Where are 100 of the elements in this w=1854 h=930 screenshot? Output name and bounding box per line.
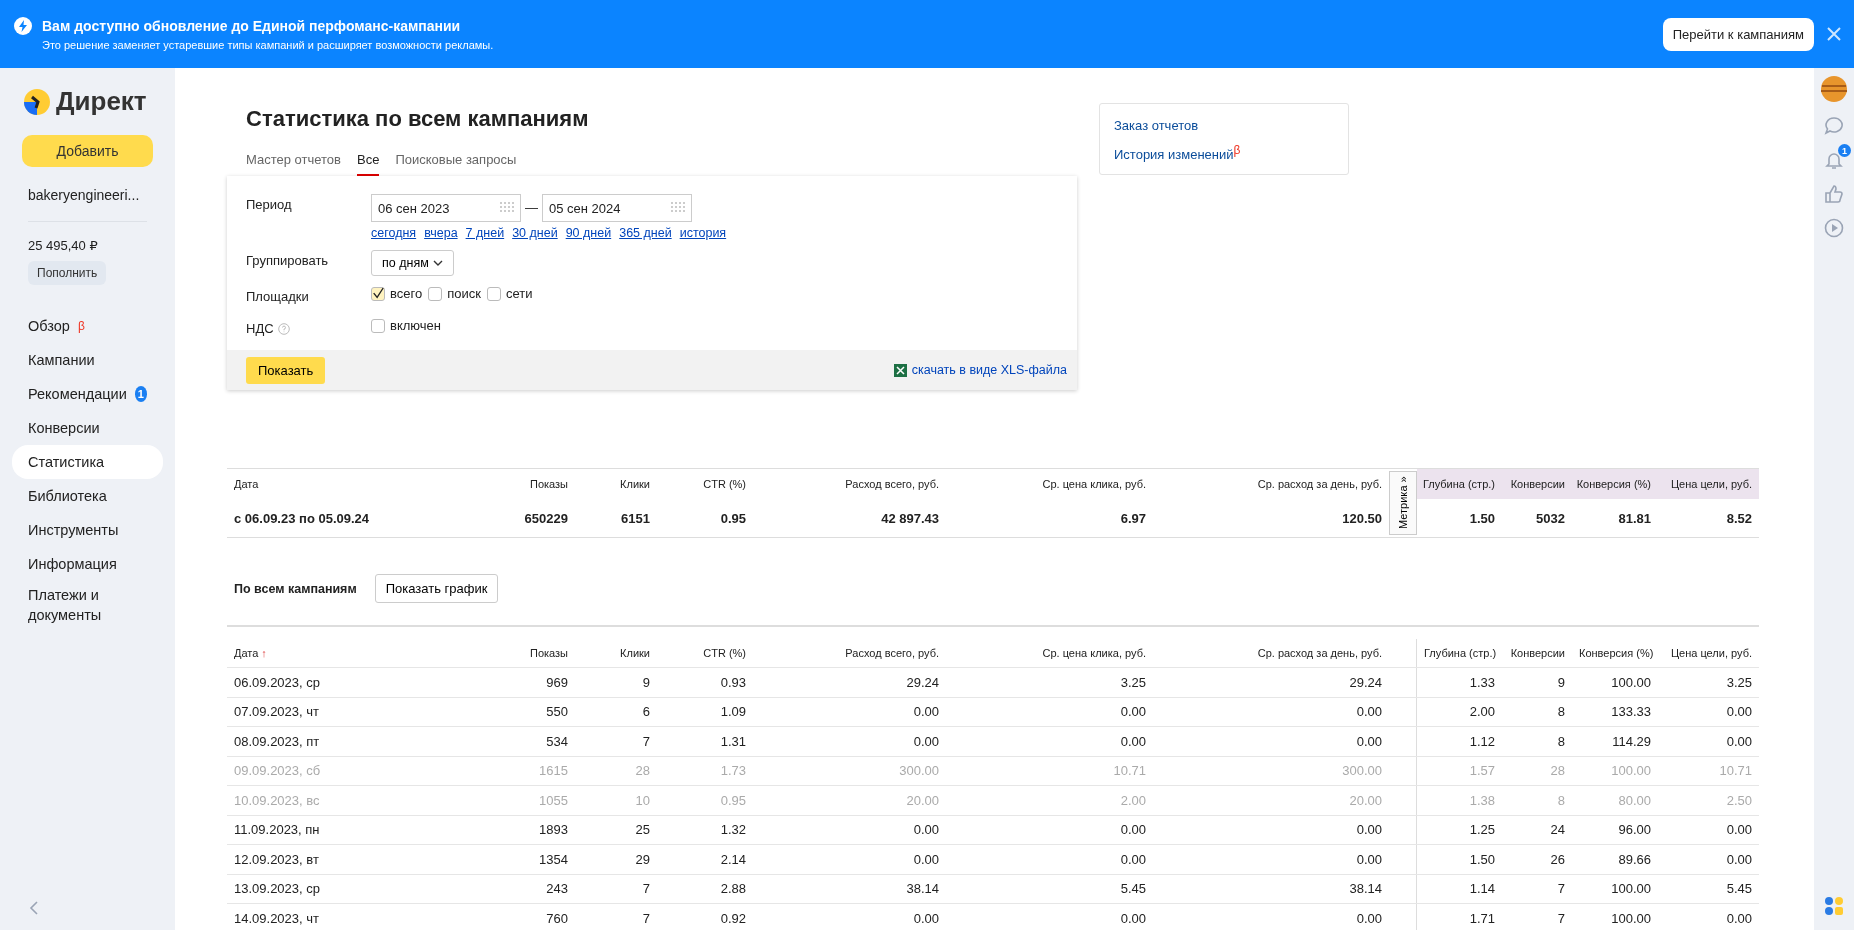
column-header[interactable]: Конверсия (%) bbox=[1572, 647, 1658, 659]
table-cell-text: 7 bbox=[1556, 910, 1566, 926]
column-header[interactable]: Конверсии bbox=[1502, 647, 1572, 659]
nav-item[interactable]: Статистика bbox=[12, 445, 163, 479]
table-cell-text: 25 bbox=[634, 822, 651, 838]
table-cell-text: 0.00 bbox=[1355, 851, 1383, 867]
table-cell-text: 10.71 bbox=[1718, 763, 1753, 779]
table-cell-text: 08.09.2023, пт bbox=[233, 733, 321, 749]
date-field[interactable]: 05 сен 2024 bbox=[542, 194, 692, 222]
table-cell-text: 80.00 bbox=[1617, 792, 1652, 808]
nav-item[interactable]: Библиотека bbox=[12, 479, 163, 513]
table-cell-text: 89.66 bbox=[1617, 851, 1652, 867]
table-cell-text: 0.00 bbox=[1725, 910, 1753, 926]
table-cell-text: 534 bbox=[545, 733, 569, 749]
nav-item[interactable]: Информация bbox=[12, 547, 163, 581]
column-header[interactable]: Ср. цена клика, руб. bbox=[946, 647, 1153, 659]
account-name[interactable]: bakeryengineeri... bbox=[12, 167, 163, 203]
xls-download-link[interactable]: скачать в виде XLS-файла bbox=[893, 363, 1067, 377]
checkbox[interactable] bbox=[371, 286, 385, 301]
nav-item[interactable]: Конверсии bbox=[12, 411, 163, 445]
column-header[interactable]: Расход всего, руб. bbox=[753, 647, 946, 659]
column-header[interactable]: Дата ↑ bbox=[227, 647, 497, 659]
range-link[interactable]: 7 дней bbox=[465, 226, 505, 240]
column-header[interactable]: CTR (%) bbox=[657, 647, 753, 659]
range-link[interactable]: сегодня bbox=[371, 226, 417, 240]
group-select[interactable]: по дням bbox=[371, 250, 454, 276]
table-cell-text: 1354 bbox=[538, 851, 569, 867]
table-cell-text: 20.00 bbox=[1348, 792, 1383, 808]
column-header: Ср. расход за день, руб. bbox=[1256, 478, 1383, 490]
top-up-button[interactable]: Пополнить bbox=[28, 261, 107, 285]
checkbox[interactable] bbox=[371, 318, 385, 333]
column-header[interactable]: Глубина (стр.) bbox=[1417, 647, 1502, 659]
table-cell-text: 0.00 bbox=[1119, 733, 1147, 749]
play-icon[interactable] bbox=[1824, 218, 1844, 238]
table-cell-text: 0.00 bbox=[1355, 704, 1383, 720]
table-cell-text: 0.00 bbox=[912, 851, 940, 867]
table-cell-text: 2.14 bbox=[719, 851, 747, 867]
calendar-icon[interactable] bbox=[671, 202, 685, 214]
report-link[interactable]: Заказ отчетов bbox=[1114, 118, 1334, 133]
checkbox[interactable] bbox=[428, 286, 443, 301]
checkbox-label: поиск bbox=[447, 286, 481, 301]
range-link[interactable]: 30 дней bbox=[512, 226, 558, 240]
bell-icon[interactable] bbox=[1824, 150, 1844, 170]
tab[interactable]: Поисковые запросы bbox=[395, 146, 517, 176]
table-cell-text: 1.33 bbox=[1468, 674, 1496, 690]
table-cell-text: 0.00 bbox=[1725, 733, 1753, 749]
range-link[interactable]: история bbox=[679, 226, 727, 240]
table-cell-text: 28 bbox=[634, 763, 651, 779]
range-link[interactable]: вчера bbox=[424, 226, 458, 240]
checkbox-label: всего bbox=[390, 286, 423, 301]
nav-item[interactable]: Платежи и документы bbox=[12, 581, 163, 629]
table-cell-text: 10.71 bbox=[1112, 763, 1147, 779]
thumbs-up-icon[interactable] bbox=[1824, 184, 1844, 204]
table-cell-text: 0.00 bbox=[1725, 851, 1753, 867]
date-field[interactable]: 06 сен 2023 bbox=[371, 194, 521, 222]
go-to-campaigns-button[interactable]: Перейти к кампаниям bbox=[1662, 17, 1814, 51]
calendar-icon[interactable] bbox=[500, 202, 514, 214]
table-cell-text: 10 bbox=[634, 792, 651, 808]
column-header[interactable]: Цена цели, руб. bbox=[1658, 647, 1759, 659]
show-chart-button[interactable]: Показать график bbox=[374, 574, 499, 603]
nav-item[interactable]: Рекомендации 1 bbox=[12, 377, 163, 411]
collapse-icon[interactable] bbox=[28, 900, 40, 916]
show-button[interactable]: Показать bbox=[246, 356, 326, 384]
add-button[interactable]: Добавить bbox=[22, 135, 153, 167]
beta-mark: β bbox=[77, 319, 85, 333]
column-header: Цена цели, руб. bbox=[1658, 469, 1759, 499]
range-link[interactable]: 90 дней bbox=[565, 226, 612, 240]
table-cell-text: 243 bbox=[545, 881, 569, 897]
column-header: Конверсия (%) bbox=[1572, 469, 1658, 499]
summary-cell-text: 6.97 bbox=[1119, 510, 1147, 526]
dash: — bbox=[525, 199, 538, 217]
sort-arrow: ↑ bbox=[261, 647, 267, 659]
help-icon[interactable] bbox=[277, 323, 290, 335]
column-header[interactable]: Ср. расход за день, руб. bbox=[1153, 647, 1389, 659]
chat-icon[interactable] bbox=[1824, 116, 1844, 136]
table-cell-text: 28 bbox=[1549, 763, 1566, 779]
apps-icon[interactable] bbox=[1824, 896, 1844, 916]
nav-item[interactable]: Инструменты bbox=[12, 513, 163, 547]
table-cell-text: 0.00 bbox=[1725, 822, 1753, 838]
avatar-icon[interactable] bbox=[1821, 76, 1847, 102]
field-label: Период bbox=[246, 196, 293, 214]
column-header: CTR (%) bbox=[702, 478, 747, 490]
checkbox[interactable] bbox=[486, 286, 501, 301]
table-cell-text: 300.00 bbox=[898, 763, 940, 779]
table-cell-text: 09.09.2023, сб bbox=[233, 763, 322, 779]
nav-item[interactable]: Кампании bbox=[12, 343, 163, 377]
table-cell-text: 06.09.2023, ср bbox=[233, 674, 322, 690]
column-header[interactable]: Показы bbox=[497, 647, 575, 659]
table-cell-text: 2.00 bbox=[1119, 792, 1147, 808]
close-icon[interactable] bbox=[1826, 26, 1842, 42]
tab[interactable]: Мастер отчетов bbox=[246, 146, 341, 176]
range-link[interactable]: 365 дней bbox=[619, 226, 672, 240]
table-cell-text: 13.09.2023, ср bbox=[233, 881, 322, 897]
column-header[interactable]: Клики bbox=[575, 647, 657, 659]
table-cell-text: 0.00 bbox=[912, 822, 940, 838]
lightning-icon bbox=[14, 17, 32, 35]
table-cell-text: 1.57 bbox=[1468, 763, 1496, 779]
summary-cell-text: 650229 bbox=[523, 510, 569, 526]
metrika-tab[interactable]: Метрика » bbox=[1389, 471, 1417, 535]
tab[interactable]: Все bbox=[357, 146, 380, 176]
